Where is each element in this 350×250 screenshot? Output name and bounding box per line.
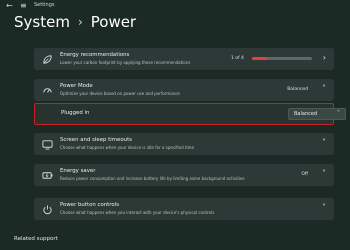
energy-recommendations-card[interactable]: Energy recommendations Lower your carbon…: [34, 48, 334, 70]
energy-title: Energy recommendations: [60, 52, 130, 58]
plugged-in-dropdown[interactable]: Balanced ˅: [288, 108, 346, 120]
power-mode-title: Power Mode: [60, 83, 93, 89]
back-arrow-icon[interactable]: ←: [6, 1, 13, 10]
plugged-in-label: Plugged in: [61, 110, 90, 116]
power-button-card[interactable]: Power button controls Choose what happen…: [34, 198, 334, 220]
breadcrumb-separator: ›: [77, 15, 83, 29]
energy-description: Lower your carbon footprint by applying …: [60, 60, 191, 65]
screen-sleep-description: Choose what happens when your device is …: [60, 145, 194, 150]
energy-saver-card[interactable]: Energy saver Reduce power consumption an…: [34, 164, 334, 186]
energy-pager: 1 of 4: [231, 56, 244, 61]
energy-saver-value: Off: [301, 172, 308, 177]
power-mode-description: Optimize your device based on power use …: [60, 91, 180, 96]
hamburger-menu-icon[interactable]: ≡: [20, 1, 27, 10]
power-button-title: Power button controls: [60, 202, 119, 208]
screen-sleep-title: Screen and sleep timeouts: [60, 137, 132, 143]
plugged-in-row: Plugged in Balanced ˅: [34, 103, 346, 125]
power-button-description: Choose what happens when you interact wi…: [60, 210, 215, 215]
screen-sleep-card[interactable]: Screen and sleep timeouts Choose what ha…: [34, 133, 334, 155]
chevron-down-icon[interactable]: ˅: [322, 138, 326, 147]
energy-saver-title: Energy saver: [60, 168, 96, 174]
leaf-icon: [41, 53, 53, 65]
chevron-up-icon[interactable]: ˄: [322, 84, 326, 93]
power-button-icon: [41, 203, 53, 215]
chevron-right-icon[interactable]: ›: [323, 53, 326, 62]
breadcrumb-system[interactable]: System: [14, 13, 70, 31]
energy-saver-icon: [41, 169, 53, 181]
chevron-down-icon[interactable]: ˅: [322, 169, 326, 178]
power-mode-icon: [41, 84, 53, 96]
chevron-down-icon: ˅: [337, 110, 340, 117]
power-mode-card[interactable]: Power Mode Optimize your device based on…: [34, 79, 334, 101]
energy-saver-description: Reduce power consumption and increase ba…: [60, 176, 245, 181]
page-title: Power: [90, 13, 137, 31]
chevron-down-icon[interactable]: ˅: [322, 203, 326, 212]
related-support-heading: Related support: [14, 236, 58, 242]
breadcrumb: System › Power: [14, 10, 136, 34]
energy-progress-bar: [252, 57, 312, 60]
screen-sleep-icon: [41, 138, 53, 150]
energy-progress-fill: [252, 57, 267, 60]
plugged-in-selected: Balanced: [294, 111, 318, 117]
power-mode-value: Balanced: [287, 87, 308, 92]
window-title: Settings: [34, 2, 55, 8]
